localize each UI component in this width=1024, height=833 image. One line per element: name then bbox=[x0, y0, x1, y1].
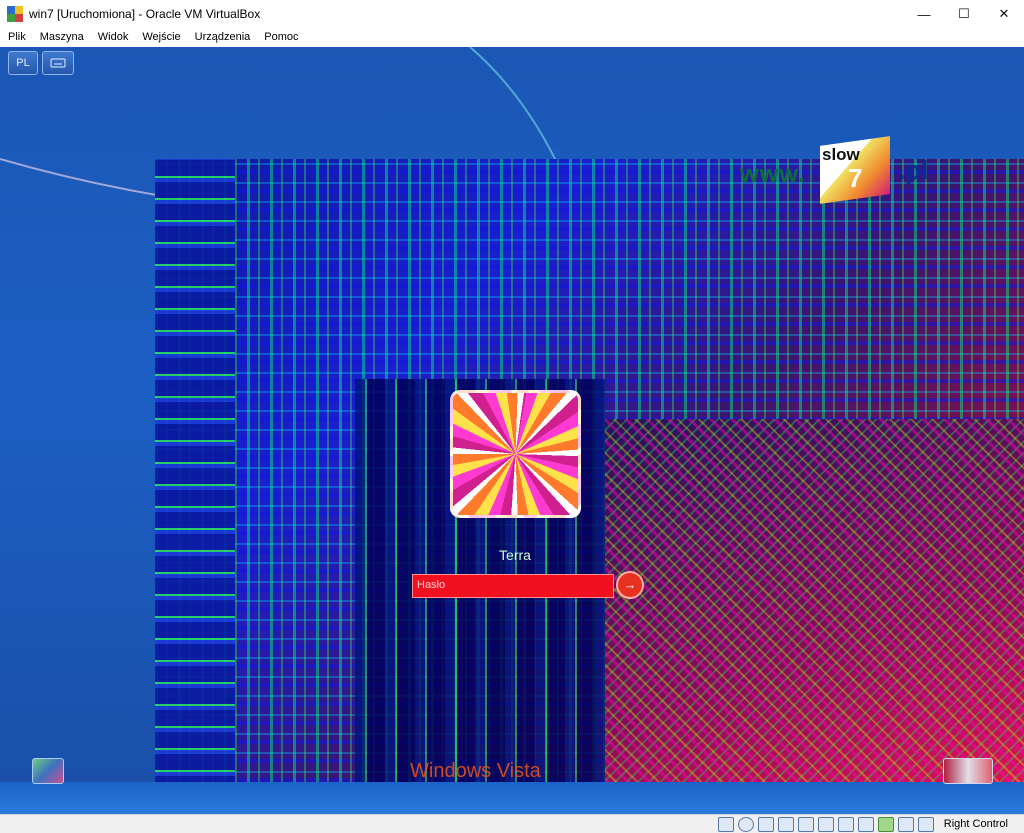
menu-wejscie[interactable]: Wejście bbox=[135, 28, 187, 47]
menu-maszyna[interactable]: Maszyna bbox=[33, 28, 91, 47]
close-icon: ✕ bbox=[998, 6, 1010, 21]
virtualbox-icon bbox=[7, 6, 23, 22]
arrow-right-icon: → bbox=[623, 577, 637, 592]
windows-brand: Windows Vista bbox=[410, 760, 541, 782]
user-avatar[interactable] bbox=[450, 390, 581, 518]
watermark-pl: .pl bbox=[898, 155, 929, 185]
menu-bar: Plik Maszyna Widok Wejście Urządzenia Po… bbox=[0, 28, 1024, 47]
window-title: win7 [Uruchomiona] - Oracle VM VirtualBo… bbox=[29, 7, 261, 21]
guest-screen[interactable]: PL www. slow 7 .pl Terra Hasło → Windows… bbox=[0, 47, 1024, 814]
slow7-watermark: www. slow 7 .pl bbox=[740, 136, 930, 204]
video-capture-icon[interactable] bbox=[857, 816, 874, 832]
window-titlebar[interactable]: win7 [Uruchomiona] - Oracle VM VirtualBo… bbox=[0, 0, 1024, 28]
power-icon[interactable] bbox=[943, 758, 993, 784]
display-icon[interactable] bbox=[837, 816, 854, 832]
language-button[interactable]: PL bbox=[8, 51, 38, 75]
menu-pomoc[interactable]: Pomoc bbox=[257, 28, 305, 47]
audio-icon[interactable] bbox=[757, 816, 774, 832]
shared-folder-icon[interactable] bbox=[817, 816, 834, 832]
guest-bottom-band bbox=[0, 782, 1024, 814]
close-button[interactable]: ✕ bbox=[984, 0, 1024, 28]
keyboard-capture-icon[interactable] bbox=[917, 816, 934, 832]
network-icon[interactable] bbox=[777, 816, 794, 832]
watermark-www: www. bbox=[740, 161, 806, 188]
usb-icon[interactable] bbox=[797, 816, 814, 832]
ease-of-access-icon[interactable] bbox=[32, 758, 64, 784]
user-name: Terra bbox=[499, 547, 531, 563]
menu-plik[interactable]: Plik bbox=[0, 28, 33, 47]
watermark-seven: 7 bbox=[848, 163, 863, 193]
hard-disk-icon[interactable] bbox=[717, 816, 734, 832]
password-input[interactable]: Hasło bbox=[412, 574, 614, 598]
maximize-icon: ☐ bbox=[958, 6, 970, 21]
menu-urzadzenia[interactable]: Urządzenia bbox=[188, 28, 258, 47]
minimize-button[interactable]: — bbox=[904, 0, 944, 28]
keyboard-button[interactable] bbox=[42, 51, 74, 75]
optical-drive-icon[interactable] bbox=[737, 816, 754, 832]
cpu-icon[interactable] bbox=[877, 816, 894, 832]
maximize-button[interactable]: ☐ bbox=[944, 0, 984, 28]
minimize-icon: — bbox=[917, 6, 931, 22]
menu-widok[interactable]: Widok bbox=[91, 28, 136, 47]
password-placeholder: Hasło bbox=[417, 579, 446, 591]
status-bar: Right Control bbox=[0, 814, 1024, 833]
host-key-label: Right Control bbox=[943, 818, 1008, 830]
keyboard-icon bbox=[50, 58, 66, 68]
login-submit-button[interactable]: → bbox=[616, 571, 644, 599]
language-label: PL bbox=[16, 57, 30, 69]
mouse-integration-icon[interactable] bbox=[897, 816, 914, 832]
corrupted-display-area bbox=[155, 159, 1024, 782]
watermark-slow: slow bbox=[822, 145, 860, 164]
